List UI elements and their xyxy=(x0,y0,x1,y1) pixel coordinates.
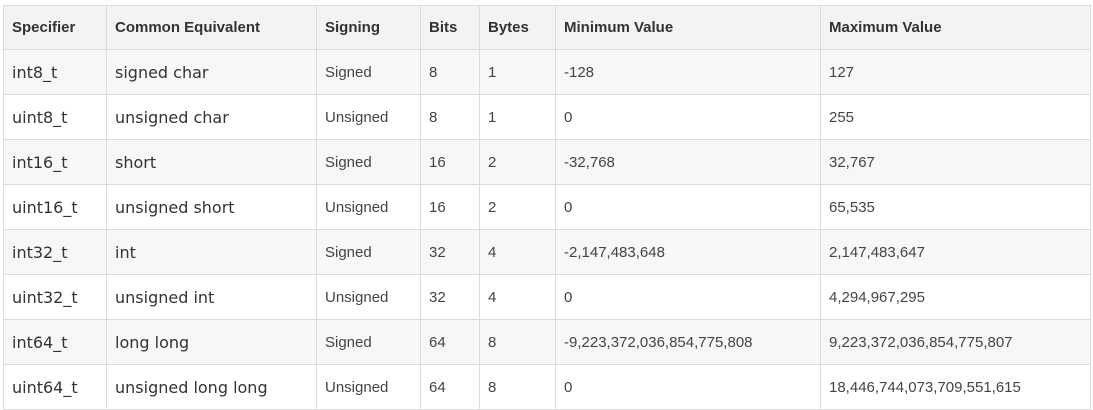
cell-bytes: 8 xyxy=(479,364,556,410)
cell-minimum-value: -128 xyxy=(555,49,821,95)
cell-signing: Unsigned xyxy=(316,364,421,410)
cell-specifier: int32_t xyxy=(3,229,107,275)
cell-common-equivalent: short xyxy=(106,139,317,185)
table-row: uint16_t unsigned short Unsigned 16 2 0 65,535 xyxy=(3,184,1091,230)
cell-specifier: uint32_t xyxy=(3,274,107,320)
cell-common-equivalent: signed char xyxy=(106,49,317,95)
cell-minimum-value: 0 xyxy=(555,94,821,140)
cell-bytes: 4 xyxy=(479,229,556,275)
header-signing: Signing xyxy=(316,5,421,50)
cell-maximum-value: 65,535 xyxy=(820,184,1091,230)
cell-bits: 32 xyxy=(420,274,480,320)
cell-maximum-value: 4,294,967,295 xyxy=(820,274,1091,320)
table-row: uint32_t unsigned int Unsigned 32 4 0 4,294,96… xyxy=(3,274,1091,320)
cell-maximum-value: 127 xyxy=(820,49,1091,95)
cell-common-equivalent: unsigned int xyxy=(106,274,317,320)
cell-common-equivalent: long long xyxy=(106,319,317,365)
cell-bits: 16 xyxy=(420,184,480,230)
cell-minimum-value: 0 xyxy=(555,364,821,410)
table-row: uint64_t unsigned long long Unsigned 64 8 0 18… xyxy=(3,364,1091,410)
cell-bytes: 1 xyxy=(479,94,556,140)
cell-signing: Unsigned xyxy=(316,274,421,320)
cell-bits: 64 xyxy=(420,364,480,410)
cell-maximum-value: 32,767 xyxy=(820,139,1091,185)
integer-types-table: Specifier Common Equivalent Signing Bits Byt… xyxy=(3,5,1091,410)
table-body: int8_t signed char Signed 8 1 -128 127 uint8_t u… xyxy=(3,49,1091,410)
header-common-equivalent: Common Equivalent xyxy=(106,5,317,50)
cell-common-equivalent: unsigned char xyxy=(106,94,317,140)
cell-signing: Signed xyxy=(316,139,421,185)
table-row: uint8_t unsigned char Unsigned 8 1 0 255 xyxy=(3,94,1091,140)
cell-maximum-value: 2,147,483,647 xyxy=(820,229,1091,275)
cell-maximum-value: 255 xyxy=(820,94,1091,140)
cell-maximum-value: 18,446,744,073,709,551,615 xyxy=(820,364,1091,410)
cell-bits: 16 xyxy=(420,139,480,185)
cell-signing: Signed xyxy=(316,319,421,365)
header-specifier: Specifier xyxy=(3,5,107,50)
cell-minimum-value: -2,147,483,648 xyxy=(555,229,821,275)
cell-minimum-value: 0 xyxy=(555,184,821,230)
cell-bits: 8 xyxy=(420,94,480,140)
cell-maximum-value: 9,223,372,036,854,775,807 xyxy=(820,319,1091,365)
header-bytes: Bytes xyxy=(479,5,556,50)
header-bits: Bits xyxy=(420,5,480,50)
cell-bytes: 1 xyxy=(479,49,556,95)
table-header-row: Specifier Common Equivalent Signing Bits Byt… xyxy=(3,5,1091,50)
cell-minimum-value: -9,223,372,036,854,775,808 xyxy=(555,319,821,365)
cell-specifier: int64_t xyxy=(3,319,107,365)
cell-common-equivalent: int xyxy=(106,229,317,275)
cell-signing: Unsigned xyxy=(316,184,421,230)
table-row: int64_t long long Signed 64 8 -9,223,372,036,… xyxy=(3,319,1091,365)
cell-bits: 64 xyxy=(420,319,480,365)
cell-specifier: uint8_t xyxy=(3,94,107,140)
cell-minimum-value: -32,768 xyxy=(555,139,821,185)
cell-specifier: int16_t xyxy=(3,139,107,185)
cell-specifier: uint16_t xyxy=(3,184,107,230)
cell-bits: 8 xyxy=(420,49,480,95)
cell-bytes: 2 xyxy=(479,139,556,185)
cell-signing: Signed xyxy=(316,49,421,95)
header-minimum-value: Minimum Value xyxy=(555,5,821,50)
table-row: int32_t int Signed 32 4 -2,147,483,648 2,147,4… xyxy=(3,229,1091,275)
cell-common-equivalent: unsigned long long xyxy=(106,364,317,410)
cell-specifier: int8_t xyxy=(3,49,107,95)
table-row: int8_t signed char Signed 8 1 -128 127 xyxy=(3,49,1091,95)
cell-bits: 32 xyxy=(420,229,480,275)
cell-minimum-value: 0 xyxy=(555,274,821,320)
cell-bytes: 2 xyxy=(479,184,556,230)
cell-bytes: 8 xyxy=(479,319,556,365)
table-row: int16_t short Signed 16 2 -32,768 32,767 xyxy=(3,139,1091,185)
header-maximum-value: Maximum Value xyxy=(820,5,1091,50)
cell-signing: Signed xyxy=(316,229,421,275)
cell-bytes: 4 xyxy=(479,274,556,320)
cell-common-equivalent: unsigned short xyxy=(106,184,317,230)
cell-signing: Unsigned xyxy=(316,94,421,140)
cell-specifier: uint64_t xyxy=(3,364,107,410)
integer-types-table-container: Specifier Common Equivalent Signing Bits Byt… xyxy=(3,5,1091,410)
